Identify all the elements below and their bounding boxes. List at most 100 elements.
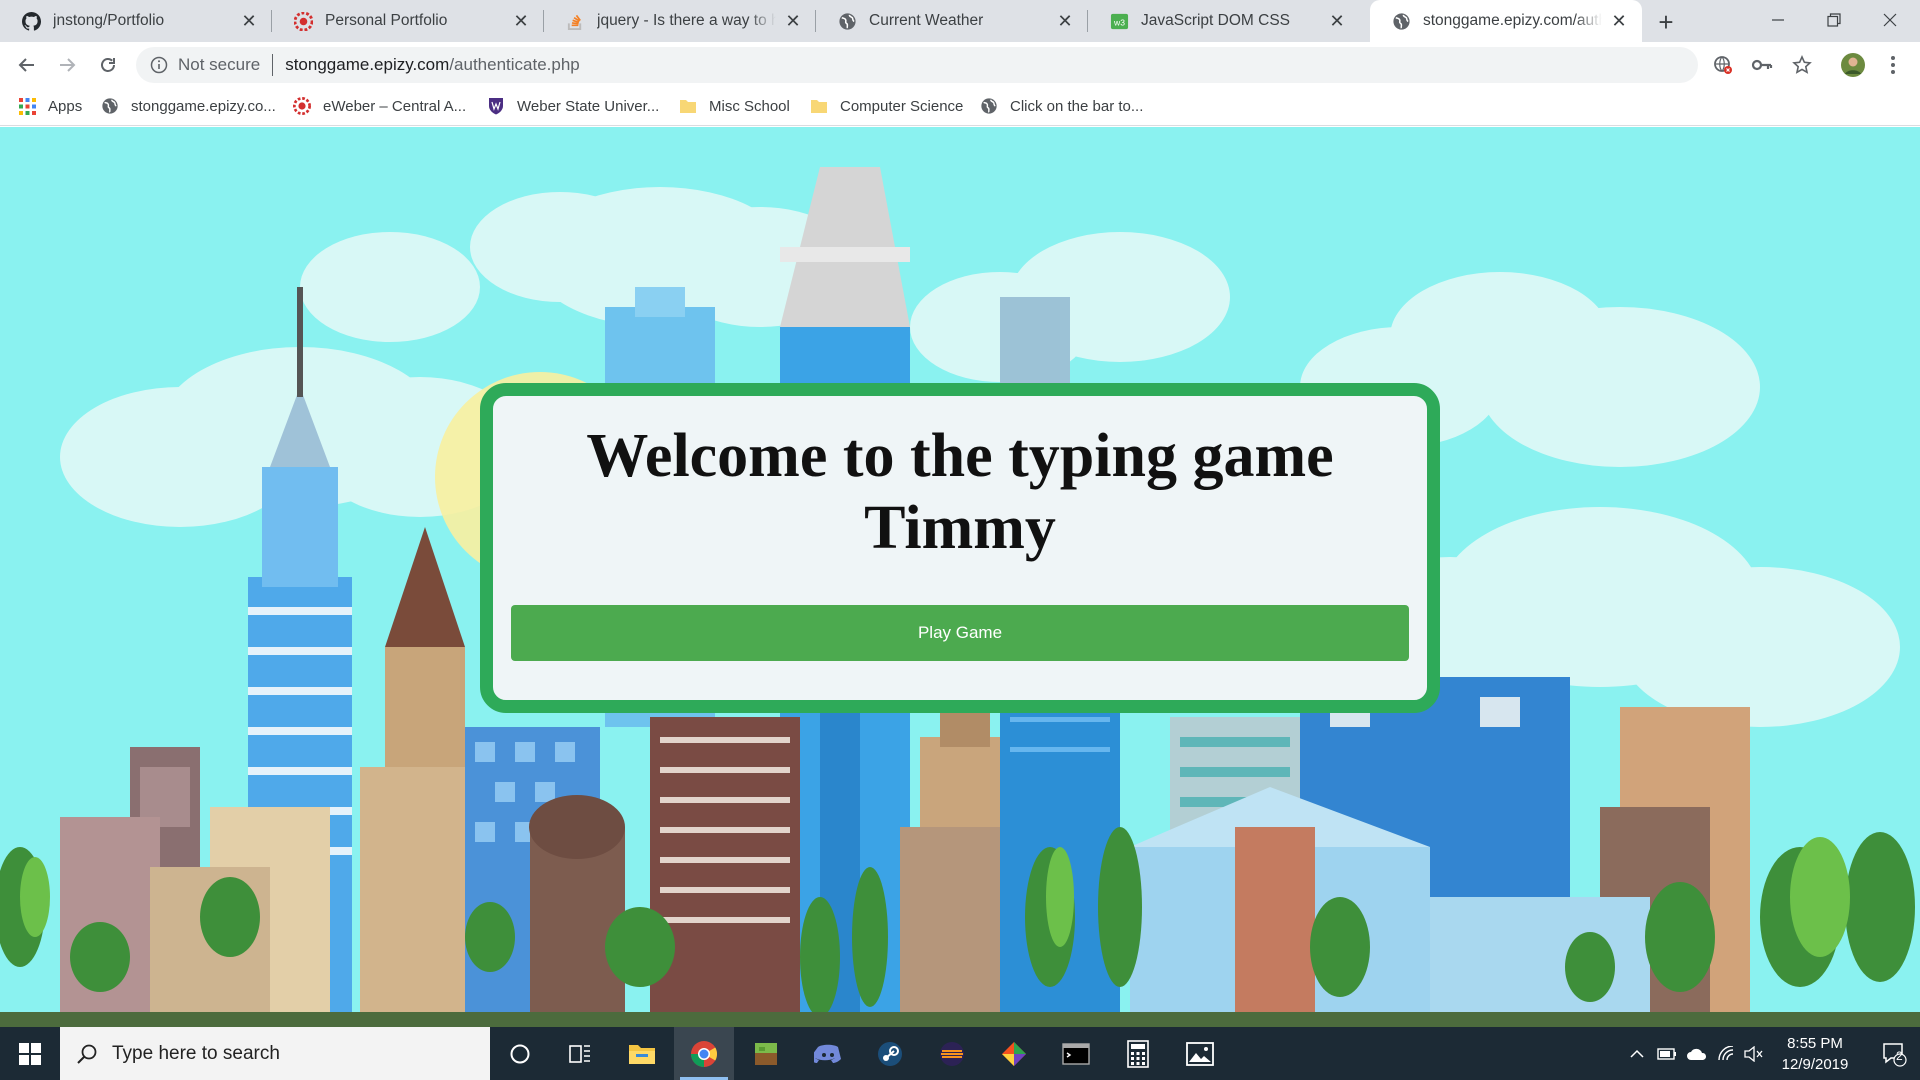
passwords-button[interactable] — [1749, 52, 1775, 78]
star-icon — [1792, 55, 1812, 74]
folder-icon — [810, 97, 828, 115]
taskbar-search-box[interactable]: Type here to search — [60, 1027, 490, 1080]
url-path: /authenticate.php — [449, 55, 580, 74]
tab-javascript-dom-css[interactable]: w3 JavaScript DOM CSS ✕ — [1088, 0, 1360, 42]
close-tab-icon[interactable]: ✕ — [1056, 11, 1074, 31]
terminal-button[interactable] — [1046, 1027, 1106, 1080]
svg-text:w3: w3 — [1113, 17, 1125, 27]
welcome-heading: Welcome to the typing game Timmy — [493, 420, 1427, 564]
file-explorer-button[interactable] — [612, 1027, 672, 1080]
security-label[interactable]: Not secure — [178, 55, 260, 75]
tab-jquery[interactable]: jquery - Is there a way to hide ✕ — [544, 0, 816, 42]
address-bar[interactable]: Not secure stonggame.epizy.com/authentic… — [136, 47, 1698, 83]
chrome-icon — [690, 1040, 718, 1067]
close-tab-icon[interactable]: ✕ — [512, 11, 530, 31]
apps-grid-icon — [18, 97, 36, 115]
bookmark-folder-misc-school[interactable]: Misc School — [679, 88, 790, 124]
w3schools-icon: w3 — [1110, 12, 1129, 31]
onedrive-button[interactable] — [1682, 1027, 1712, 1080]
globe-icon — [838, 12, 857, 31]
bookmark-stonggame[interactable]: stonggame.epizy.co... — [101, 88, 276, 124]
battery-icon — [1657, 1047, 1676, 1060]
discord-button[interactable] — [798, 1027, 858, 1080]
browser-toolbar: Not secure stonggame.epizy.com/authentic… — [0, 42, 1920, 88]
show-hidden-icons-button[interactable] — [1622, 1027, 1652, 1080]
close-tab-icon[interactable]: ✕ — [1328, 11, 1346, 31]
weber-icon — [293, 97, 311, 115]
forward-button[interactable] — [52, 50, 82, 80]
bookmark-label: Misc School — [709, 97, 790, 115]
tab-current-weather[interactable]: Current Weather ✕ — [816, 0, 1088, 42]
tab-title: stonggame.epizy.com/authenticate.php — [1423, 12, 1602, 29]
bookmark-click-on-bar[interactable]: Click on the bar to... — [980, 88, 1143, 124]
bookmark-star-button[interactable] — [1789, 52, 1815, 78]
tab-github[interactable]: jnstong/Portfolio ✕ — [0, 0, 272, 42]
search-icon — [77, 1044, 97, 1064]
close-tab-icon[interactable]: ✕ — [784, 11, 802, 31]
blocked-content-icon — [1714, 56, 1732, 74]
translate-blocked-button[interactable] — [1710, 52, 1736, 78]
globe-icon — [101, 97, 119, 115]
minimize-button[interactable] — [1750, 0, 1806, 40]
back-button[interactable] — [12, 50, 42, 80]
welcome-card: Welcome to the typing game Timmy Play Ga… — [480, 383, 1440, 713]
restore-button[interactable] — [1806, 0, 1862, 40]
taskbar-clock[interactable]: 8:55 PM 12/9/2019 — [1760, 1033, 1870, 1075]
close-tab-icon[interactable]: ✕ — [1610, 11, 1628, 31]
photos-button[interactable] — [1170, 1027, 1230, 1080]
photos-icon — [1186, 1041, 1214, 1066]
github-icon — [22, 11, 41, 31]
tab-strip: jnstong/Portfolio ✕ Personal Portfolio ✕… — [0, 0, 1920, 42]
close-window-button[interactable] — [1862, 0, 1918, 40]
bookmark-weber-state[interactable]: Weber State Univer... — [487, 88, 659, 124]
restore-icon — [1827, 13, 1841, 27]
profile-avatar[interactable] — [1838, 50, 1868, 80]
action-center-button[interactable]: 2 — [1868, 1027, 1920, 1080]
terminal-icon — [1062, 1042, 1090, 1065]
welcome-heading-line1: Welcome to the typing game — [586, 422, 1334, 490]
bookmark-folder-computer-science[interactable]: Computer Science — [810, 88, 963, 124]
steam-icon — [878, 1041, 902, 1066]
tab-personal-portfolio[interactable]: Personal Portfolio ✕ — [272, 0, 544, 42]
task-view-button[interactable] — [550, 1027, 610, 1080]
minecraft-icon — [755, 1042, 777, 1065]
chrome-taskbar-button[interactable] — [674, 1027, 734, 1080]
tab-title: jnstong/Portfolio — [53, 12, 165, 29]
arrow-right-icon — [60, 58, 76, 72]
battery-button[interactable] — [1652, 1027, 1682, 1080]
globe-icon — [980, 97, 998, 115]
chevron-up-icon — [1630, 1049, 1644, 1058]
calculator-button[interactable] — [1108, 1027, 1168, 1080]
info-icon[interactable] — [150, 56, 168, 74]
folder-icon — [629, 1044, 655, 1064]
eclipse-button[interactable] — [922, 1027, 982, 1080]
gitkraken-icon — [1002, 1041, 1026, 1066]
close-tab-icon[interactable]: ✕ — [240, 11, 258, 31]
cortana-button[interactable] — [490, 1027, 550, 1080]
arrow-left-icon — [18, 58, 34, 72]
network-button[interactable] — [1712, 1027, 1742, 1080]
globe-icon — [1392, 12, 1411, 31]
windows-taskbar: Type here to search 8:55 PM 12/9/2019 2 — [0, 1027, 1920, 1080]
tab-stonggame[interactable]: stonggame.epizy.com/authenticate.php ✕ — [1370, 0, 1642, 42]
bookmark-eweber[interactable]: eWeber – Central A... — [293, 88, 466, 124]
minecraft-button[interactable] — [736, 1027, 796, 1080]
player-name: Timmy — [864, 494, 1056, 562]
play-game-button[interactable]: Play Game — [511, 605, 1409, 661]
stackoverflow-icon — [566, 12, 585, 31]
reload-button[interactable] — [93, 50, 123, 80]
discord-icon — [814, 1044, 841, 1063]
calculator-icon — [1127, 1039, 1149, 1068]
start-button[interactable] — [0, 1027, 60, 1080]
bookmark-apps[interactable]: Apps — [18, 88, 82, 124]
new-tab-button[interactable]: + — [1652, 7, 1680, 37]
bookmark-label: Click on the bar to... — [1010, 97, 1144, 115]
bookmark-label: Weber State Univer... — [517, 97, 660, 115]
notifications-icon — [1883, 1042, 1907, 1067]
chrome-menu-button[interactable] — [1880, 52, 1906, 78]
gitkraken-button[interactable] — [984, 1027, 1044, 1080]
bookmarks-bar: Apps stonggame.epizy.co... eWeber – Cent… — [0, 88, 1920, 126]
folder-icon — [679, 97, 697, 115]
steam-button[interactable] — [860, 1027, 920, 1080]
more-vert-icon — [1891, 56, 1895, 74]
